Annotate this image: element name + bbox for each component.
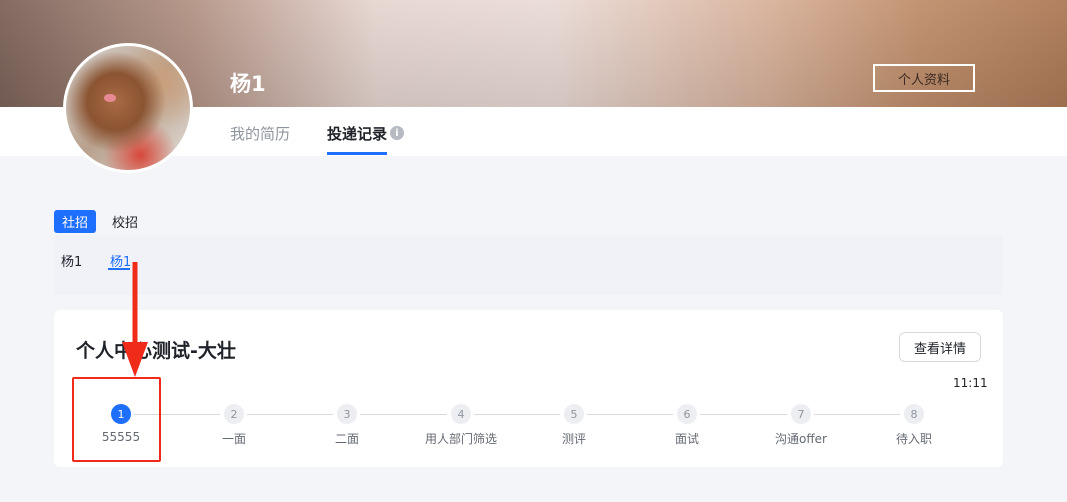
step-circle: 6 bbox=[677, 404, 697, 424]
step-circle: 7 bbox=[791, 404, 811, 424]
step-connector bbox=[700, 414, 787, 415]
filter-social-recruit[interactable]: 社招 bbox=[54, 210, 97, 233]
avatar-image bbox=[104, 94, 116, 102]
tab-application-records[interactable]: 投递记录 bbox=[327, 123, 387, 144]
tab-my-resume[interactable]: 我的简历 bbox=[230, 123, 290, 144]
job-title: 个人中心测试-大壮 bbox=[76, 340, 236, 362]
active-tab-indicator bbox=[327, 152, 387, 155]
user-name: 杨1 bbox=[230, 72, 266, 96]
step-connector bbox=[814, 414, 900, 415]
step-circle: 5 bbox=[564, 404, 584, 424]
step-circle: 4 bbox=[451, 404, 471, 424]
step-label: 用人部门筛选 bbox=[424, 432, 497, 446]
step-connector bbox=[587, 414, 673, 415]
step-connector bbox=[474, 414, 560, 415]
step-circle: 8 bbox=[904, 404, 924, 424]
step-label: 一面 bbox=[221, 432, 246, 446]
candidate-filter-panel bbox=[54, 235, 1003, 295]
step-label: 面试 bbox=[674, 432, 699, 446]
info-icon[interactable]: i bbox=[390, 126, 404, 140]
annotation-highlight-box bbox=[72, 377, 161, 462]
step-connector bbox=[247, 414, 333, 415]
annotation-arrow bbox=[122, 262, 148, 377]
profile-button[interactable]: 个人资料 bbox=[873, 64, 975, 92]
candidate-tab-1[interactable]: 杨1 bbox=[61, 251, 82, 270]
view-details-button[interactable]: 查看详情 bbox=[899, 332, 981, 362]
filter-campus-recruit[interactable]: 校招 bbox=[104, 210, 146, 233]
step-circle: 3 bbox=[337, 404, 357, 424]
step-label: 测评 bbox=[561, 432, 586, 446]
step-label: 二面 bbox=[334, 432, 359, 446]
step-circle: 2 bbox=[224, 404, 244, 424]
step-connector bbox=[360, 414, 447, 415]
avatar bbox=[63, 43, 193, 173]
step-label: 待入职 bbox=[895, 432, 932, 446]
application-time: 11:11 bbox=[953, 376, 988, 390]
step-label: 沟通offer bbox=[775, 432, 827, 446]
